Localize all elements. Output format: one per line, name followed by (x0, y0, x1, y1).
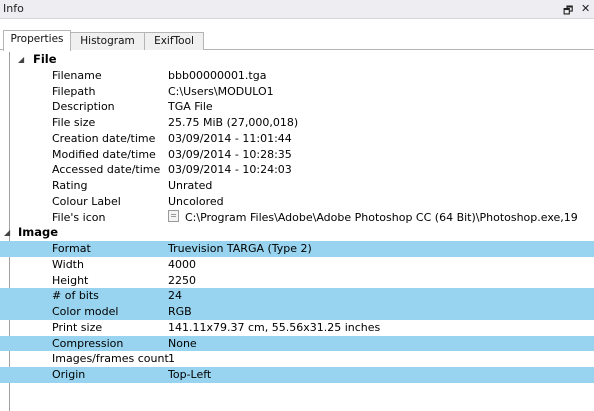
property-row[interactable]: Filepath C:\Users\MODULO1 (0, 84, 594, 100)
property-row[interactable]: Colour Label Uncolored (0, 194, 594, 210)
property-grid: ◢ File Filename bbb00000001.tga Filepath… (0, 52, 594, 383)
property-name: Compression (52, 336, 124, 350)
property-value: 141.11x79.37 cm, 55.56x31.25 inches (168, 320, 381, 334)
category-image[interactable]: ◢ Image (0, 225, 594, 241)
property-name: Images/frames count (52, 352, 169, 366)
tab-properties[interactable]: Properties (3, 30, 71, 51)
property-name: Filename (52, 68, 102, 82)
property-value: Top-Left (168, 368, 212, 381)
property-value: RGB (168, 305, 192, 318)
property-name: Colour Label (52, 194, 121, 208)
property-name: Print size (52, 320, 103, 334)
property-name: Origin (52, 368, 86, 381)
property-row[interactable]: Compression None (0, 335, 594, 352)
category-label: Image (18, 225, 59, 240)
category-label: File (33, 52, 57, 66)
property-row[interactable]: Print size 141.11x79.37 cm, 55.56x31.25 … (0, 320, 594, 336)
property-row[interactable]: # of bits 24 (0, 288, 594, 304)
property-name: File size (52, 116, 96, 129)
tab-bar: Properties Histogram ExifTool (0, 30, 594, 51)
property-row[interactable]: Rating Unrated (0, 178, 594, 194)
property-row[interactable]: Width 4000 (0, 257, 594, 273)
close-icon[interactable]: ✕ (581, 2, 590, 15)
property-row[interactable]: Creation date/time 03/09/2014 - 11:01:44 (0, 131, 594, 147)
property-value: Truevision TARGA (Type 2) (168, 242, 312, 255)
property-name: Format (52, 242, 91, 255)
file-icon-path: C:\Program Files\Adobe\Adobe Photoshop C… (185, 210, 578, 224)
property-value: C:\Program Files\Adobe\Adobe Photoshop C… (168, 209, 578, 226)
property-name: Description (52, 100, 115, 114)
tab-histogram[interactable]: Histogram (70, 32, 145, 50)
restore-icon[interactable]: 🗗 (563, 2, 573, 21)
property-value: 03/09/2014 - 11:01:44 (168, 131, 292, 145)
property-value: 24 (168, 289, 182, 303)
property-row[interactable]: Format Truevision TARGA (Type 2) (0, 241, 594, 257)
property-value: 25.75 MiB (27,000,018) (168, 116, 299, 129)
property-row[interactable]: Height 2250 (0, 273, 594, 289)
property-value: bbb00000001.tga (168, 68, 267, 82)
property-row[interactable]: Description TGA File (0, 99, 594, 115)
panel-titlebar: Info 🗗 ✕ (0, 0, 594, 19)
collapse-arrow-icon[interactable]: ◢ (4, 225, 10, 241)
property-value: Uncolored (168, 194, 224, 208)
tab-exiftool[interactable]: ExifTool (144, 32, 204, 50)
property-value: TGA File (168, 100, 213, 114)
property-name: File's icon (52, 210, 106, 224)
property-name: Rating (52, 179, 88, 192)
property-name: Modified date/time (52, 147, 156, 161)
collapse-arrow-icon[interactable]: ◢ (18, 52, 24, 68)
property-row[interactable]: Modified date/time 03/09/2014 - 10:28:35 (0, 147, 594, 163)
property-value: C:\Users\MODULO1 (168, 84, 274, 98)
property-row[interactable]: Filename bbb00000001.tga (0, 68, 594, 84)
property-value: None (168, 336, 197, 350)
property-name: Width (52, 257, 84, 271)
property-row[interactable]: Color model RGB (0, 304, 594, 320)
panel-title: Info (3, 2, 24, 15)
property-value: 1 (168, 352, 175, 366)
property-value: 03/09/2014 - 10:24:03 (168, 163, 292, 177)
property-value: Unrated (168, 179, 213, 192)
property-value: 4000 (168, 257, 196, 271)
property-name: Color model (52, 305, 119, 318)
file-icon (168, 209, 179, 222)
property-name: Filepath (52, 84, 96, 98)
property-name: # of bits (52, 289, 99, 303)
property-row[interactable]: File's icon C:\Program Files\Adobe\Adobe… (0, 209, 594, 226)
property-name: Accessed date/time (52, 163, 161, 177)
property-row[interactable]: File size 25.75 MiB (27,000,018) (0, 115, 594, 131)
property-name: Creation date/time (52, 131, 156, 145)
property-row[interactable]: Origin Top-Left (0, 367, 594, 383)
property-value: 03/09/2014 - 10:28:35 (168, 147, 292, 161)
property-name: Height (52, 273, 89, 287)
property-row[interactable]: Accessed date/time 03/09/2014 - 10:24:03 (0, 162, 594, 178)
category-file[interactable]: ◢ File (0, 52, 594, 68)
property-value: 2250 (168, 273, 196, 287)
property-row[interactable]: Images/frames count 1 (0, 351, 594, 367)
